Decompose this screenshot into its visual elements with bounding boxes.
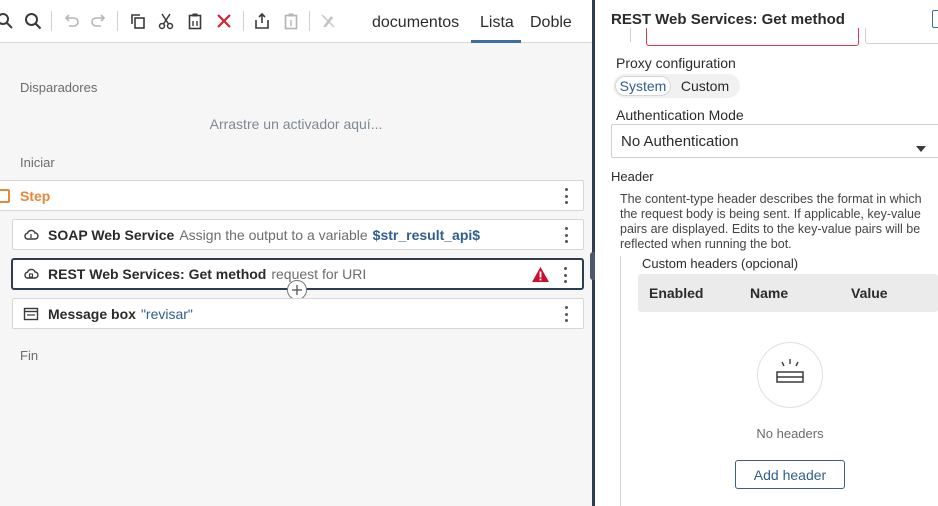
editor-toolbar: documentos Lista Doble [0,0,592,43]
warning-icon[interactable] [531,266,550,286]
empty-tray-icon [773,358,807,393]
tab-doble[interactable]: Doble [530,14,572,32]
tab-lista[interactable]: Lista [480,14,514,32]
column-value: Value [851,285,888,301]
end-label: Fin [20,348,39,363]
column-name: Name [750,285,789,301]
action-variable: $str_result_api$ [372,226,481,243]
panel-expand-icon[interactable] [932,10,938,28]
triggers-label: Disparadores [20,80,98,95]
insert-value-field[interactable] [865,28,938,44]
search-icon[interactable] [22,10,44,32]
proxy-option-system[interactable]: System [615,76,671,96]
headers-table-header: Enabled Name Value [638,274,938,312]
uri-input[interactable] [646,28,859,46]
auth-mode-value: No Authentication [621,132,739,150]
auth-mode-select[interactable]: No Authentication [611,124,938,158]
action-more-icon[interactable] [559,306,573,322]
cut-icon[interactable] [155,10,177,32]
proxy-option-custom[interactable]: Custom [675,76,735,96]
undo-icon[interactable] [60,10,82,32]
column-enabled: Enabled [649,285,704,301]
copy-icon[interactable] [127,10,149,32]
no-headers-text: No headers [756,426,824,441]
zoom-fit-icon[interactable] [0,10,16,32]
action-title: Message box [48,305,136,322]
toolbar-divider [117,11,118,31]
action-more-icon[interactable] [558,267,572,283]
toolbar-divider [51,11,52,31]
paste-icon[interactable] [184,10,206,32]
step-title: Step [20,187,51,204]
insert-action-icon[interactable] [287,280,307,300]
panel-title: REST Web Services: Get method [611,11,845,28]
step-row[interactable]: Step [0,180,584,211]
action-title: SOAP Web Service [48,226,175,243]
action-row-message-box[interactable]: Message box "revisar" [12,298,584,329]
tab-documentos[interactable]: documentos [372,14,459,32]
flow-editor-pane: documentos Lista Doble Disparadores Arra… [0,0,592,506]
toolbar-divider [309,11,310,31]
export-icon[interactable] [251,10,273,32]
header-label: Header [611,169,654,184]
chevron-down-icon [916,139,926,156]
start-label: Iniciar [20,155,55,170]
action-message-text: "revisar" [140,305,193,322]
action-description: request for URI [271,266,367,282]
proxy-config-toggle: System Custom [613,74,740,98]
trigger-drop-zone[interactable]: Arrastre un activador aquí... [0,116,592,132]
step-icon [0,188,10,203]
cloud-service-icon [23,266,39,282]
action-more-icon[interactable] [559,227,573,243]
custom-headers-label: Custom headers (opcional) [642,256,799,271]
active-tab-indicator [471,40,521,43]
action-title: REST Web Services: Get method [48,266,267,282]
toolbar-divider [243,11,244,31]
cloud-service-icon [23,227,39,243]
header-description: The content-type header describes the fo… [620,192,922,251]
delete-icon[interactable] [213,10,235,32]
redo-icon[interactable] [88,10,110,32]
action-row-soap[interactable]: SOAP Web Service Assign the output to a … [12,219,584,250]
disable-action-icon[interactable] [317,10,339,32]
message-box-icon [23,306,39,322]
field-edge [630,28,631,42]
properties-panel: REST Web Services: Get method Proxy conf… [595,0,938,506]
empty-state-illustration [757,342,823,408]
action-description: Assign the output to a variable [179,226,368,243]
add-header-button[interactable]: Add header [735,460,845,489]
auth-mode-label: Authentication Mode [616,107,744,123]
clipboard-icon[interactable] [280,10,302,32]
proxy-config-label: Proxy configuration [616,55,736,71]
step-more-icon[interactable] [559,188,573,204]
